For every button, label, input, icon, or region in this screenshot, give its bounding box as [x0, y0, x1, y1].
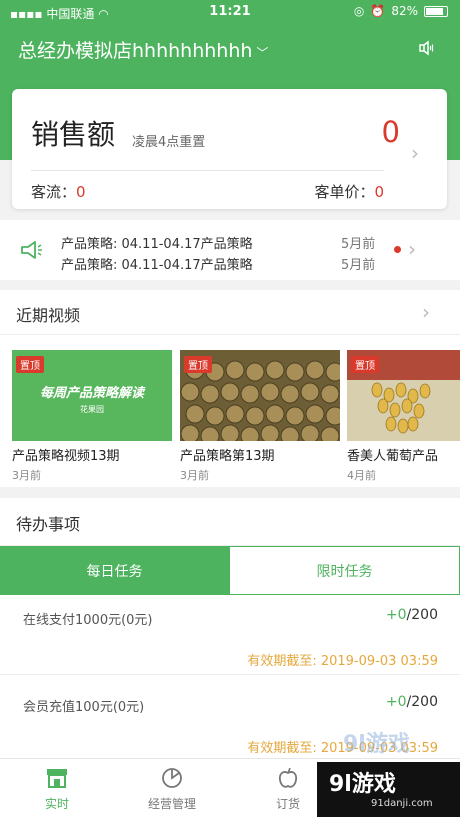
chevron-right-icon[interactable]: › — [422, 300, 430, 324]
store-title: 总经办模拟店hhhhhhhhhh — [18, 40, 253, 62]
video-title: 产品策略第13期 — [180, 449, 275, 464]
sales-value: 0 — [381, 115, 400, 149]
video-card[interactable]: 置顶 产品策略第13期 3月前 — [180, 350, 340, 483]
avg-price-value: 0 — [374, 183, 384, 201]
video-title: 香美人葡萄产品 — [347, 449, 439, 464]
reset-note: 凌晨4点重置 — [132, 135, 206, 150]
status-bar: ▪▪▪▪ 中国联通 ◠ 11:21 ◎ ⏰ 82% — [0, 0, 460, 26]
video-thumbnail: 置顶 — [347, 350, 460, 441]
store-icon — [47, 769, 67, 788]
battery-icon — [424, 5, 448, 17]
fruit-icon — [278, 767, 298, 788]
speaker-icon[interactable] — [416, 38, 436, 58]
tab-label: 订货 — [275, 797, 300, 811]
chevron-right-icon: › — [411, 141, 419, 165]
section-title: 近期视频 — [16, 306, 81, 325]
task-expiry: 有效期截至: 2019-09-03 03:59 — [247, 654, 438, 669]
video-thumbnail: 置顶 每周产品策略解读 花果园 — [12, 350, 172, 441]
chevron-down-icon: ﹀ — [256, 46, 269, 60]
task-name: 在线支付1000元(0元) — [23, 613, 153, 628]
tab-business-management[interactable]: 经营管理 — [132, 765, 212, 812]
video-date: 4月前 — [347, 469, 376, 482]
watermark-url: 91danji.com — [371, 798, 433, 809]
avg-price-label: 客单价： — [314, 183, 375, 201]
task-tabs: 每日任务 限时任务 — [0, 545, 460, 595]
unread-dot — [394, 246, 401, 253]
sales-label: 销售额 — [31, 118, 116, 151]
video-date: 3月前 — [12, 469, 41, 482]
avg-price-stat: 客单价：0 — [314, 181, 384, 202]
notice-text: 产品策略: 04.11-04.17产品策略 — [61, 258, 253, 273]
video-title: 产品策略视频13期 — [12, 449, 120, 464]
pie-chart-icon — [162, 768, 182, 788]
task-done: +0 — [385, 607, 407, 623]
watermark-title: 9l游戏 — [329, 772, 396, 797]
tab-label: 实时 — [44, 797, 69, 811]
app-header: 总经办模拟店hhhhhhhhhh ﹀ — [18, 30, 442, 66]
notice-bar[interactable]: 产品策略: 04.11-04.17产品策略 产品策略: 04.11-04.17产… — [0, 220, 460, 280]
tab-order-goods[interactable]: 订货 — [248, 765, 328, 812]
thumbnail-logo: 花果园 — [80, 405, 104, 414]
section-title: 待办事项 — [16, 515, 81, 534]
task-total: /200 — [406, 694, 438, 710]
video-card[interactable]: 置顶 每周产品策略解读 花果园 产品策略视频13期 3月前 — [12, 350, 172, 483]
divider — [31, 170, 384, 171]
video-date: 3月前 — [180, 469, 209, 482]
video-thumbnail: 置顶 — [180, 350, 340, 441]
watermark-logo: 9l游戏 — [343, 732, 410, 757]
notice-time: 5月前 — [341, 237, 376, 252]
tab-label: 经营管理 — [147, 797, 196, 811]
task-name: 会员充值100元(0元) — [23, 700, 145, 715]
tab-daily-tasks[interactable]: 每日任务 — [0, 546, 229, 595]
divider — [0, 334, 460, 335]
chevron-right-icon: › — [408, 237, 416, 261]
sales-card[interactable]: 销售额 凌晨4点重置 0 › 客流：0 客单价：0 — [12, 89, 447, 209]
traffic-value: 0 — [76, 183, 86, 201]
battery-percent: 82% — [391, 4, 418, 18]
task-progress: +0/200 — [386, 694, 438, 710]
traffic-label: 客流： — [31, 183, 77, 201]
thumbnail-text: 每周产品策略解读 — [39, 386, 144, 401]
video-card[interactable]: 置顶 香美人葡萄产品 4月前 — [347, 350, 460, 483]
lock-rotation-icon: ◎ — [353, 4, 365, 18]
recent-videos-section: 近期视频 › 置顶 每周产品策略解读 花果园 产品策略视频13期 3月前 置顶 … — [0, 290, 460, 487]
tab-realtime[interactable]: 实时 — [17, 765, 97, 812]
traffic-stat: 客流：0 — [31, 181, 86, 202]
task-item[interactable]: 在线支付1000元(0元) +0/200 有效期截至: 2019-09-03 0… — [0, 595, 460, 675]
task-done: +0 — [385, 694, 407, 710]
pinned-badge: 置顶 — [184, 356, 212, 373]
tab-limited-tasks[interactable]: 限时任务 — [229, 546, 460, 595]
status-right: ◎ ⏰ 82% — [354, 4, 448, 18]
megaphone-icon — [21, 241, 42, 259]
alarm-icon: ⏰ — [370, 4, 386, 18]
todo-section: 待办事项 每日任务 限时任务 在线支付1000元(0元) +0/200 有效期截… — [0, 498, 460, 762]
task-progress: +0/200 — [386, 607, 438, 623]
task-total: /200 — [406, 607, 438, 623]
notice-text: 产品策略: 04.11-04.17产品策略 — [61, 237, 253, 252]
notice-time: 5月前 — [341, 258, 376, 273]
pinned-badge: 置顶 — [351, 356, 379, 373]
pinned-badge: 置顶 — [16, 356, 44, 373]
store-selector[interactable]: 总经办模拟店hhhhhhhhhh ﹀ — [18, 36, 268, 63]
watermark-banner: 9l游戏 91danji.com — [317, 762, 460, 817]
